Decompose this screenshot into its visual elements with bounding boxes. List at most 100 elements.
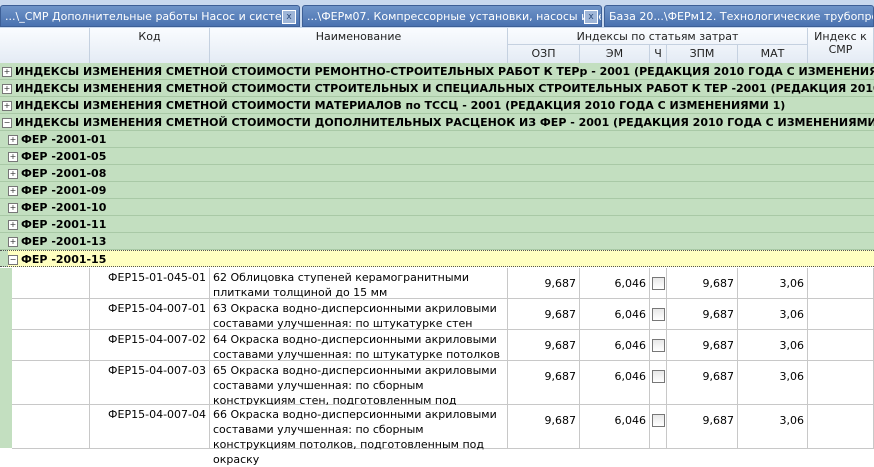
code-cell[interactable]: ФЕР15-04-007-03	[90, 361, 210, 404]
tab-label: ...\ФЕРм07. Компрессорные установки, нас…	[307, 10, 602, 23]
subgroup-title: ФЕР -2001-11	[21, 218, 107, 231]
group-row[interactable]: + ИНДЕКСЫ ИЗМЕНЕНИЯ СМЕТНОЙ СТОИМОСТИ МАТ…	[0, 97, 874, 114]
expand-icon[interactable]: +	[8, 135, 18, 145]
tab-smr[interactable]: ...\_СМР Дополнительные работы Насос и с…	[0, 5, 300, 27]
name-cell[interactable]: 62 Облицовка ступеней керамогранитными п…	[210, 268, 508, 299]
em-cell[interactable]: 6,046	[580, 405, 650, 448]
expand-icon[interactable]: +	[8, 169, 18, 179]
expand-icon[interactable]: +	[8, 186, 18, 196]
table-row[interactable]: ФЕР15-04-007-04 66 Окраска водно-дисперс…	[12, 405, 874, 466]
zpm-cell[interactable]: 9,687	[667, 268, 738, 298]
mat-cell[interactable]: 3,06	[738, 299, 808, 329]
row-indent-cell	[12, 361, 90, 404]
subgroup-row[interactable]: + ФЕР -2001-11	[0, 216, 874, 233]
name-cell[interactable]: 65 Окраска водно-дисперсионными акриловы…	[210, 361, 508, 422]
code-cell[interactable]: ФЕР15-04-007-01	[90, 299, 210, 329]
ozp-cell[interactable]: 9,687	[508, 361, 580, 404]
subgroup-row[interactable]: + ФЕР -2001-01	[0, 131, 874, 148]
subgroup-row[interactable]: + ФЕР -2001-08	[0, 165, 874, 182]
column-header-ozp[interactable]: ОЗП	[508, 45, 580, 63]
expand-icon[interactable]: +	[2, 101, 12, 111]
subgroup-row[interactable]: + ФЕР -2001-10	[0, 199, 874, 216]
document-tabs: ...\_СМР Дополнительные работы Насос и с…	[0, 0, 874, 29]
ch-cell[interactable]	[650, 268, 667, 298]
column-header-em[interactable]: ЭМ	[580, 45, 650, 63]
group-title: ИНДЕКСЫ ИЗМЕНЕНИЯ СМЕТНОЙ СТОИМОСТИ СТРО…	[15, 82, 874, 95]
column-header-zpm[interactable]: ЗПМ	[667, 45, 738, 63]
mat-cell[interactable]: 3,06	[738, 405, 808, 448]
table-row[interactable]: ФЕР15-04-007-03 65 Окраска водно-дисперс…	[12, 361, 874, 422]
em-cell[interactable]: 6,046	[580, 268, 650, 298]
group-row[interactable]: − ИНДЕКСЫ ИЗМЕНЕНИЯ СМЕТНОЙ СТОИМОСТИ ДОП…	[0, 114, 874, 131]
group-title: ИНДЕКСЫ ИЗМЕНЕНИЯ СМЕТНОЙ СТОИМОСТИ РЕМО…	[15, 65, 874, 78]
ozp-cell[interactable]: 9,687	[508, 268, 580, 298]
zpm-cell[interactable]: 9,687	[667, 405, 738, 448]
ozp-cell[interactable]: 9,687	[508, 405, 580, 448]
column-header-smr[interactable]: Индекс к СМР	[808, 28, 874, 63]
ch-cell[interactable]	[650, 361, 667, 404]
table-row[interactable]: ФЕР15-01-045-01 62 Облицовка ступеней ке…	[12, 268, 874, 299]
ch-checkbox[interactable]	[652, 308, 665, 321]
subgroup-row[interactable]: − ФЕР -2001-15	[0, 250, 874, 267]
name-cell[interactable]: 64 Окраска водно-дисперсионными акриловы…	[210, 330, 508, 361]
smr-cell[interactable]	[808, 268, 874, 298]
ch-checkbox[interactable]	[652, 339, 665, 352]
ozp-cell[interactable]: 9,687	[508, 299, 580, 329]
em-cell[interactable]: 6,046	[580, 361, 650, 404]
mat-cell[interactable]: 3,06	[738, 330, 808, 360]
expand-icon[interactable]: +	[2, 84, 12, 94]
subgroup-row[interactable]: + ФЕР -2001-09	[0, 182, 874, 199]
ch-checkbox[interactable]	[652, 370, 665, 383]
code-cell[interactable]: ФЕР15-04-007-04	[90, 405, 210, 448]
expand-icon[interactable]: +	[8, 203, 18, 213]
column-header-code[interactable]: Код	[90, 28, 210, 63]
close-icon[interactable]: x	[282, 10, 296, 24]
ch-checkbox[interactable]	[652, 277, 665, 290]
ch-cell[interactable]	[650, 330, 667, 360]
tab-ferm07[interactable]: ...\ФЕРм07. Компрессорные установки, нас…	[302, 5, 602, 27]
code-cell[interactable]: ФЕР15-01-045-01	[90, 268, 210, 298]
group-row[interactable]: + ИНДЕКСЫ ИЗМЕНЕНИЯ СМЕТНОЙ СТОИМОСТИ РЕМ…	[0, 63, 874, 80]
code-cell[interactable]: ФЕР15-04-007-02	[90, 330, 210, 360]
subgroup-title: ФЕР -2001-08	[21, 167, 107, 180]
group-row[interactable]: + ИНДЕКСЫ ИЗМЕНЕНИЯ СМЕТНОЙ СТОИМОСТИ СТР…	[0, 80, 874, 97]
column-header-ch[interactable]: Ч	[650, 45, 667, 63]
row-indent-cell	[12, 299, 90, 329]
row-indent-cell	[12, 268, 90, 298]
smr-cell[interactable]	[808, 330, 874, 360]
name-cell[interactable]: 66 Окраска водно-дисперсионными акриловы…	[210, 405, 508, 466]
expand-icon[interactable]: +	[2, 67, 12, 77]
ozp-cell[interactable]: 9,687	[508, 330, 580, 360]
subgroup-row[interactable]: + ФЕР -2001-13	[0, 233, 874, 250]
tab-ferm12[interactable]: База 20...\ФЕРм12. Технологические трубо…	[604, 5, 874, 27]
group-title: ИНДЕКСЫ ИЗМЕНЕНИЯ СМЕТНОЙ СТОИМОСТИ ДОПО…	[15, 116, 874, 129]
table-row[interactable]: ФЕР15-04-007-02 64 Окраска водно-дисперс…	[12, 330, 874, 361]
subgroup-title: ФЕР -2001-15	[21, 253, 107, 266]
subgroup-title: ФЕР -2001-10	[21, 201, 107, 214]
zpm-cell[interactable]: 9,687	[667, 299, 738, 329]
ch-checkbox[interactable]	[652, 414, 665, 427]
ch-cell[interactable]	[650, 299, 667, 329]
smr-cell[interactable]	[808, 299, 874, 329]
zpm-cell[interactable]: 9,687	[667, 330, 738, 360]
subgroup-row[interactable]: + ФЕР -2001-05	[0, 148, 874, 165]
expand-icon[interactable]: +	[8, 152, 18, 162]
close-icon[interactable]: x	[584, 10, 598, 24]
ch-cell[interactable]	[650, 405, 667, 448]
smr-cell[interactable]	[808, 361, 874, 404]
zpm-cell[interactable]: 9,687	[667, 361, 738, 404]
column-header-name[interactable]: Наименование	[210, 28, 508, 63]
column-header-mat[interactable]: МАТ	[738, 45, 808, 63]
expand-icon[interactable]: +	[8, 220, 18, 230]
mat-cell[interactable]: 3,06	[738, 268, 808, 298]
collapse-icon[interactable]: −	[8, 255, 18, 265]
table-row[interactable]: ФЕР15-04-007-01 63 Окраска водно-дисперс…	[12, 299, 874, 330]
grid-header: Код Наименование Индексы по статьям затр…	[0, 28, 874, 64]
em-cell[interactable]: 6,046	[580, 330, 650, 360]
name-cell[interactable]: 63 Окраска водно-дисперсионными акриловы…	[210, 299, 508, 330]
expand-icon[interactable]: +	[8, 237, 18, 247]
mat-cell[interactable]: 3,06	[738, 361, 808, 404]
em-cell[interactable]: 6,046	[580, 299, 650, 329]
smr-cell[interactable]	[808, 405, 874, 448]
collapse-icon[interactable]: −	[2, 118, 12, 128]
